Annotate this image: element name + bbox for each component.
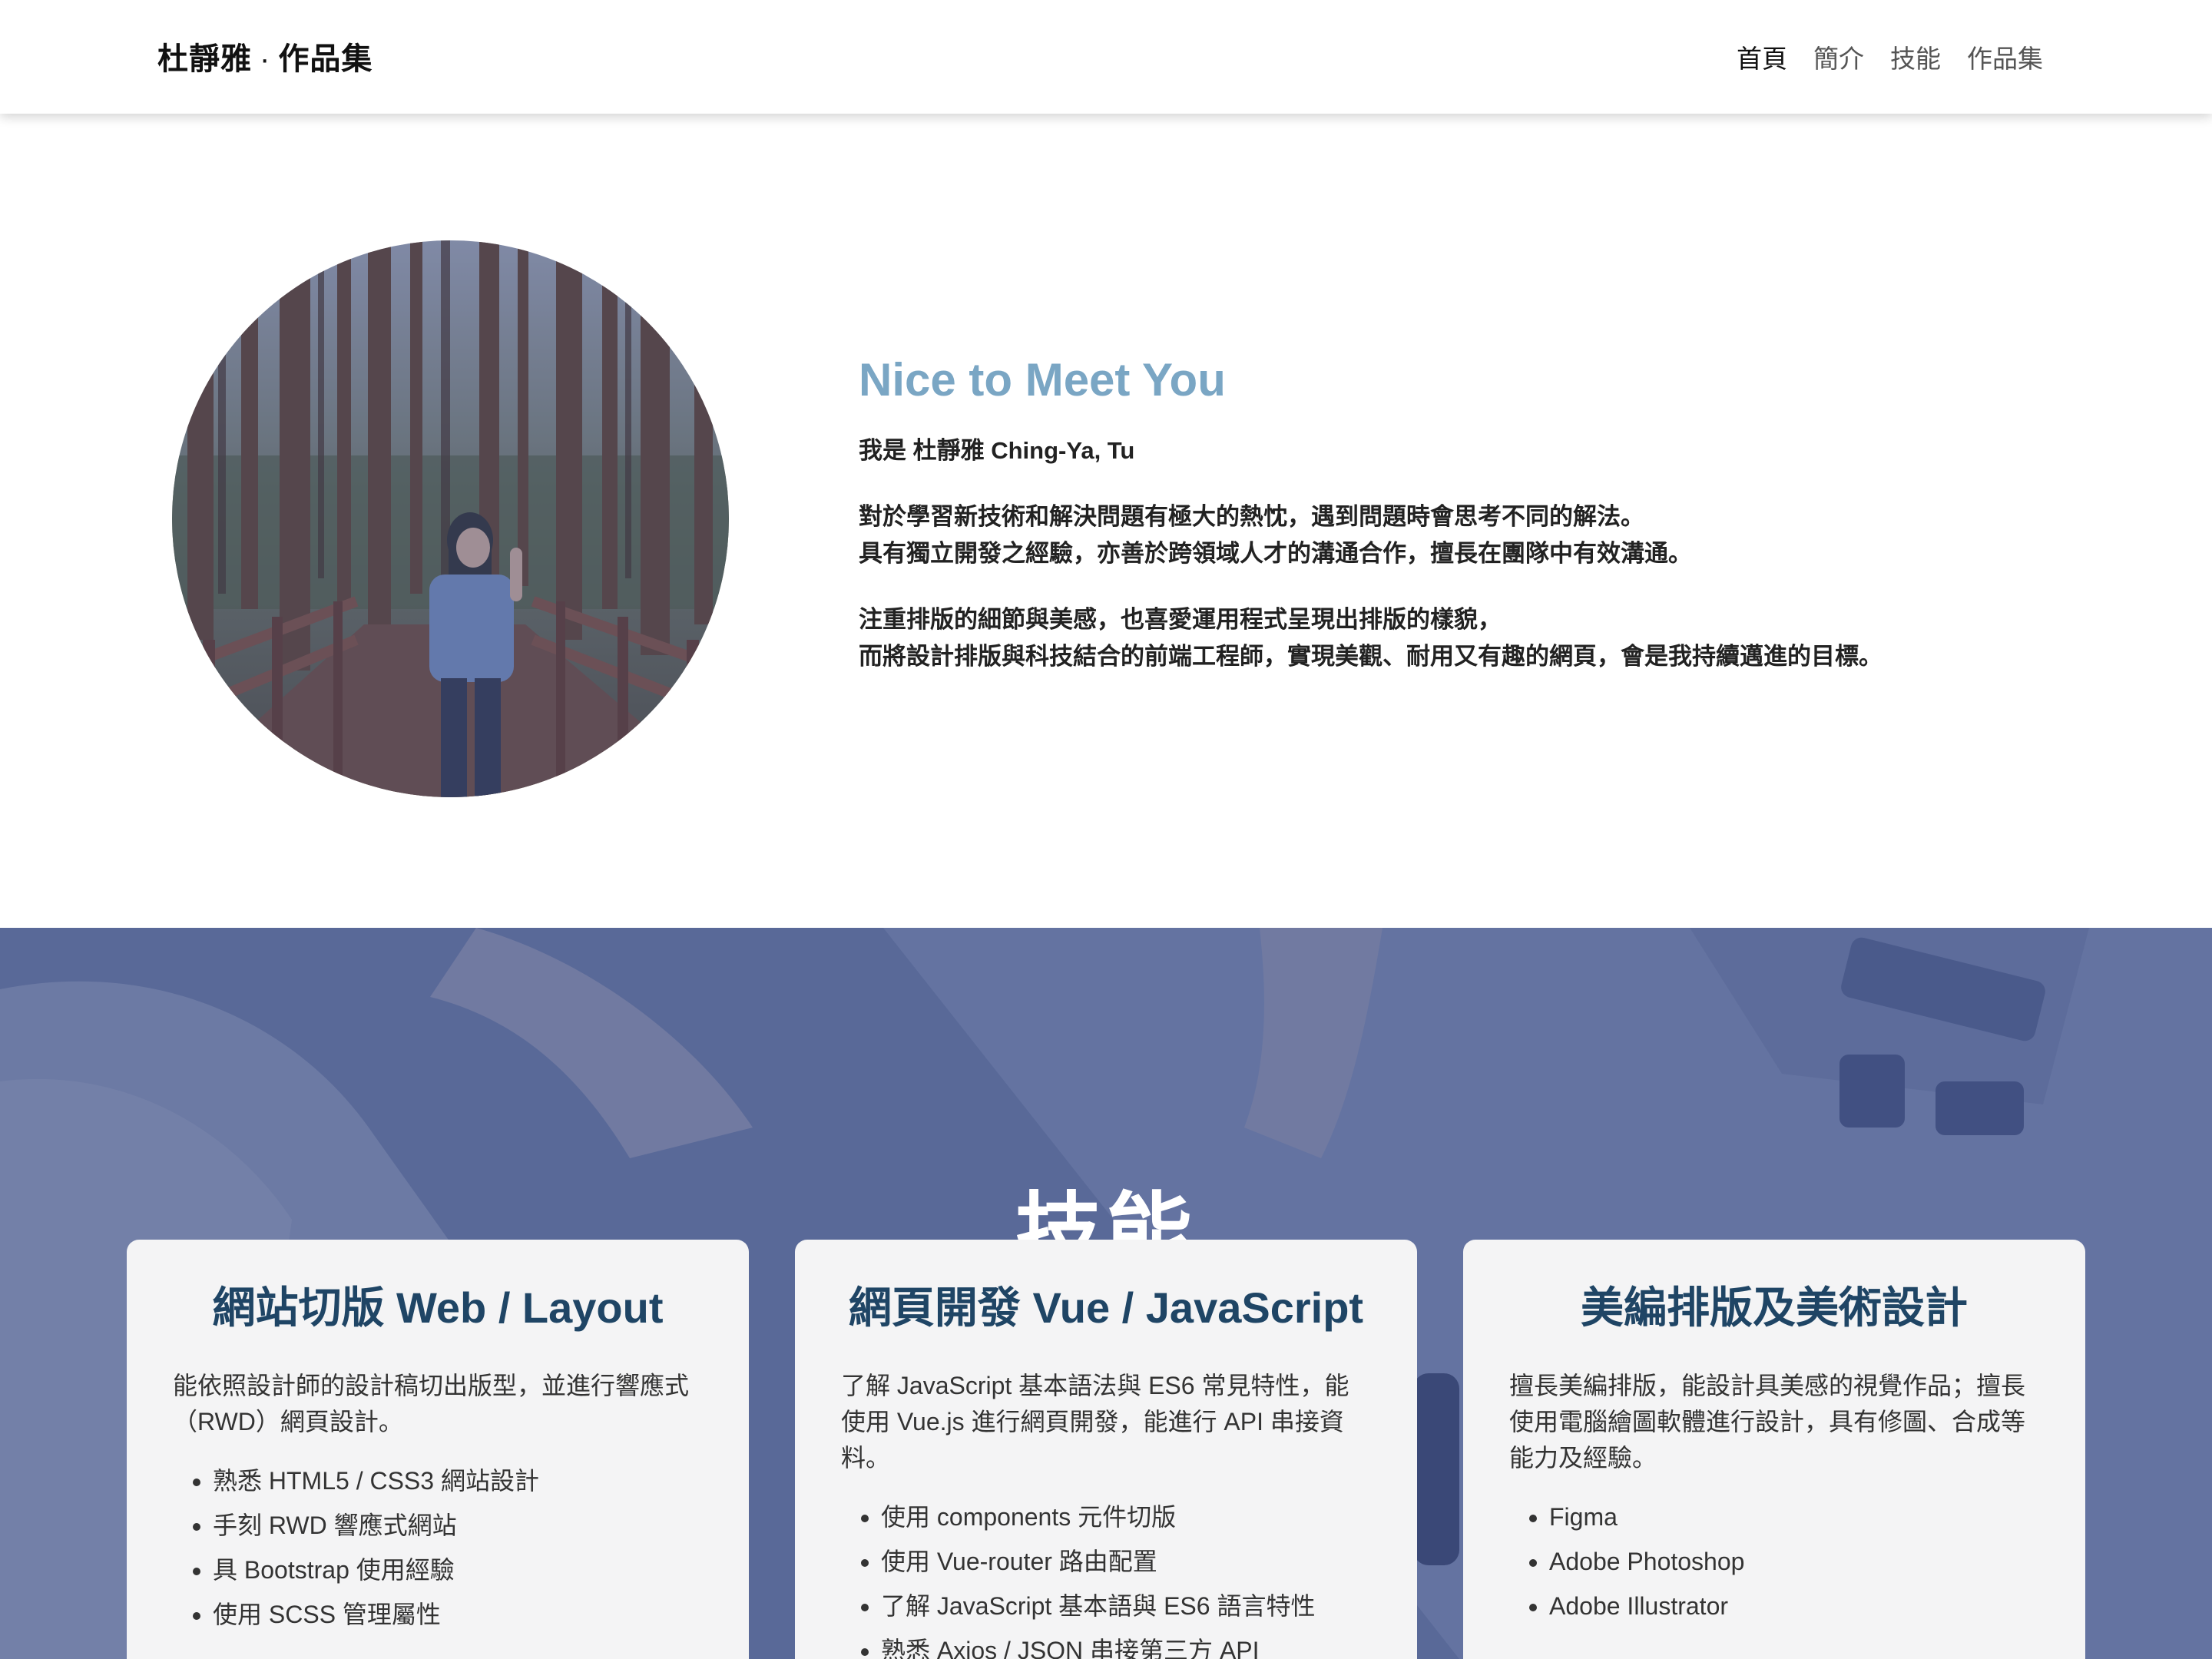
skill-item: 使用 components 元件切版 [881, 1495, 1371, 1539]
about-intro: 我是 杜靜雅 Ching-Ya, Tu [859, 432, 2088, 469]
brand-suffix: 作品集 [278, 42, 373, 76]
skill-list: 使用 components 元件切版 使用 Vue-router 路由配置 了解… [841, 1495, 1371, 1659]
card-description: 了解 JavaScript 基本語法與 ES6 常見特性，能使用 Vue.js … [841, 1372, 1349, 1472]
nav-link-skills[interactable]: 技能 [1890, 38, 1941, 75]
about-p1-line1: 對於學習新技術和解決問題有極大的熱忱，遇到問題時會思考不同的解法。 [859, 503, 1644, 530]
card-description: 擅長美編排版，能設計具美感的視覺作品；擅長使用電腦繪圖軟體進行設計，具有修圖、合… [1509, 1372, 2026, 1472]
skills-section: 技能 網站切版 Web / Layout 能依照設計師的設計稿切出版型，並進行響… [0, 928, 2212, 1659]
card-title: 美編排版及美術設計 [1581, 1283, 1968, 1332]
about-paragraph-1: 對於學習新技術和解決問題有極大的熱忱，遇到問題時會思考不同的解法。具有獨立開發之… [859, 498, 2088, 572]
skill-item: Adobe Photoshop [1549, 1539, 2039, 1584]
about-text: Nice to Meet You 我是 杜靜雅 Ching-Ya, Tu 對於學… [859, 353, 2088, 704]
about-heading: Nice to Meet You [859, 354, 1226, 406]
nav-links: 首頁 簡介 技能 作品集 [1737, 38, 2043, 75]
skill-item: 具 Bootstrap 使用經驗 [213, 1548, 703, 1592]
nav-link-home[interactable]: 首頁 [1737, 38, 1787, 75]
skill-card-graphic-design: 美編排版及美術設計 擅長美編排版，能設計具美感的視覺作品；擅長使用電腦繪圖軟體進… [1463, 1240, 2085, 1659]
skill-item: 使用 Vue-router 路由配置 [881, 1539, 1371, 1584]
about-p1-line2: 具有獨立開發之經驗，亦善於跨領域人才的溝通合作，擅長在團隊中有效溝通。 [859, 540, 1692, 567]
skill-item: 了解 JavaScript 基本語與 ES6 語言特性 [881, 1584, 1371, 1628]
nav-link-portfolio[interactable]: 作品集 [1967, 38, 2043, 75]
skill-item: 使用 SCSS 管理屬性 [213, 1592, 703, 1637]
card-description: 能依照設計師的設計稿切出版型，並進行響應式（RWD）網頁設計。 [173, 1372, 690, 1435]
skill-item: 熟悉 Axios / JSON 串接第三方 API [881, 1628, 1371, 1659]
profile-photo [172, 240, 729, 797]
card-title: 網站切版 Web / Layout [212, 1283, 664, 1332]
skill-list: Figma Adobe Photoshop Adobe Illustrator [1509, 1495, 2039, 1628]
skill-card-vue-javascript: 網頁開發 Vue / JavaScript 了解 JavaScript 基本語法… [795, 1240, 1417, 1659]
brand-logo[interactable]: 杜靜雅 · 作品集 [157, 34, 373, 78]
skill-item: Figma [1549, 1495, 2039, 1539]
about-section: Nice to Meet You 我是 杜靜雅 Ching-Ya, Tu 對於學… [0, 114, 2212, 928]
brand-separator: · [260, 42, 271, 76]
skill-list: 熟悉 HTML5 / CSS3 網站設計 手刻 RWD 響應式網站 具 Boot… [173, 1459, 703, 1637]
skill-item: 手刻 RWD 響應式網站 [213, 1503, 703, 1548]
nav-link-about[interactable]: 簡介 [1813, 38, 1864, 75]
about-intro-text: 我是 杜靜雅 Ching-Ya, Tu [859, 437, 1135, 464]
navbar: 杜靜雅 · 作品集 首頁 簡介 技能 作品集 [0, 0, 2212, 114]
brand-name: 杜靜雅 [157, 42, 252, 76]
about-paragraph-2: 注重排版的細節與美感，也喜愛運用程式呈現出排版的樣貌， 而將設計排版與科技結合的前… [859, 601, 2088, 675]
skill-item: 熟悉 HTML5 / CSS3 網站設計 [213, 1459, 703, 1503]
skill-card-web-layout: 網站切版 Web / Layout 能依照設計師的設計稿切出版型，並進行響應式（… [127, 1240, 749, 1659]
card-title: 網頁開發 Vue / JavaScript [848, 1283, 1364, 1332]
about-p2-line2: 而將設計排版與科技結合的前端工程師，實現美觀、耐用又有趣的網頁，會是我持續邁進的… [859, 643, 1883, 670]
skill-item: Adobe Illustrator [1549, 1584, 2039, 1628]
about-p2-line1: 注重排版的細節與美感，也喜愛運用程式呈現出排版的樣貌， [859, 606, 1502, 633]
